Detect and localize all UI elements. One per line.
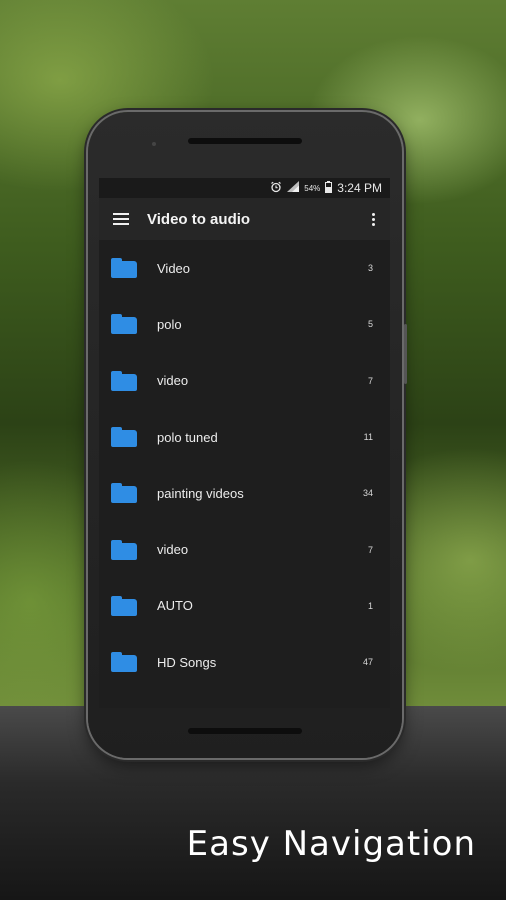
- folder-icon: [111, 370, 137, 391]
- more-vertical-icon[interactable]: [372, 213, 376, 227]
- folder-name: polo: [157, 316, 182, 332]
- folder-name: AUTO: [157, 598, 193, 614]
- toolbar-title: Video to audio: [147, 210, 251, 228]
- list-item-folder[interactable]: video 7: [99, 521, 390, 577]
- hamburger-menu-icon[interactable]: [113, 213, 129, 225]
- folder-name: polo tuned: [157, 429, 218, 445]
- list-item-folder[interactable]: AUTO 1: [99, 578, 390, 634]
- folder-name: painting videos: [157, 485, 244, 501]
- folder-count: 47: [362, 657, 373, 668]
- phone-frame: 54% 3:24 PM Video to audio Video 3 polo …: [88, 112, 407, 758]
- phone-screen: 54% 3:24 PM Video to audio Video 3 polo …: [99, 178, 390, 708]
- folder-icon: [111, 258, 137, 279]
- signal-icon: [287, 181, 300, 195]
- folder-name: Video: [157, 260, 191, 276]
- list-item-folder[interactable]: painting videos 34: [99, 465, 390, 521]
- list-item-folder[interactable]: polo 5: [99, 296, 390, 352]
- folder-count: 7: [367, 375, 373, 386]
- front-camera: [152, 142, 156, 146]
- folder-icon: [111, 539, 137, 560]
- list-item-folder[interactable]: video 7: [99, 353, 390, 409]
- folder-icon: [111, 595, 137, 616]
- folder-count: 3: [367, 263, 373, 274]
- folder-count: 11: [363, 432, 373, 443]
- list-item-folder[interactable]: HD Songs 47: [99, 634, 390, 690]
- side-button: [404, 324, 407, 384]
- top-speaker: [188, 138, 302, 144]
- folder-count: 1: [367, 600, 373, 611]
- battery-percent: 54%: [304, 183, 321, 193]
- alarm-icon: [270, 181, 282, 196]
- folder-count: 5: [367, 319, 373, 330]
- folder-icon: [111, 314, 137, 335]
- list-item-folder[interactable]: polo tuned 11: [99, 409, 390, 465]
- folder-icon: [111, 427, 137, 448]
- clock-time: 3:24 PM: [337, 181, 382, 195]
- app-toolbar: Video to audio: [99, 198, 390, 240]
- folder-list: Video 3 polo 5 video 7 polo tuned 11 pai…: [99, 240, 390, 690]
- battery-icon: [325, 180, 333, 196]
- list-item-folder[interactable]: Video 3: [99, 240, 390, 296]
- folder-count: 7: [367, 544, 373, 555]
- promo-caption: Easy Navigation: [186, 824, 476, 864]
- folder-icon: [111, 652, 137, 673]
- bottom-speaker: [188, 728, 302, 734]
- folder-icon: [111, 483, 137, 504]
- folder-name: HD Songs: [157, 654, 217, 670]
- folder-name: video: [157, 373, 189, 389]
- folder-name: video: [157, 542, 189, 558]
- folder-count: 34: [362, 488, 373, 499]
- status-bar: 54% 3:24 PM: [99, 178, 390, 198]
